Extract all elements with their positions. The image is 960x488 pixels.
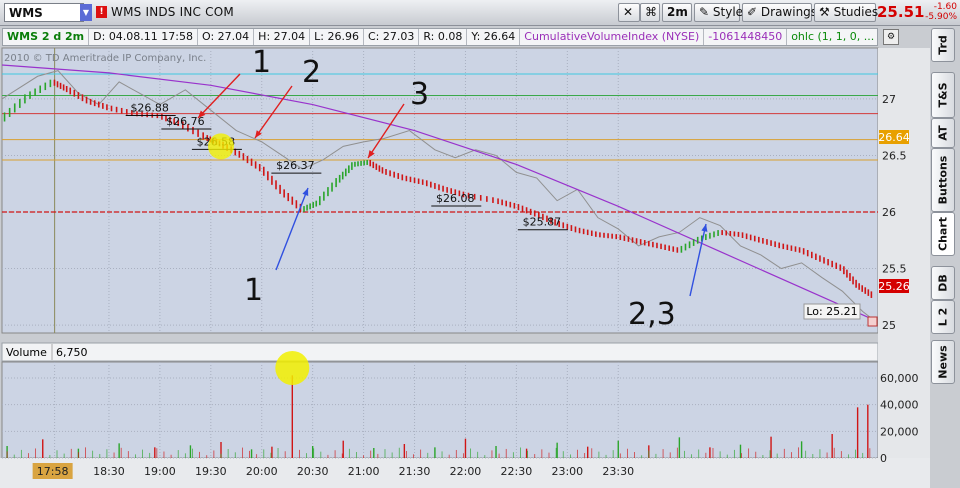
time-label: 21:30 bbox=[399, 465, 431, 478]
level-label: $26.88 bbox=[130, 101, 169, 114]
tab-db[interactable]: DB bbox=[931, 266, 955, 300]
current-price-badge-text: 25.26 bbox=[878, 280, 910, 293]
tab-buttons-label: Buttons bbox=[936, 155, 950, 205]
volume-tick-label: 20,000 bbox=[880, 425, 919, 438]
level-label: $26.08 bbox=[436, 192, 475, 205]
tab-trd-label: Trd bbox=[936, 35, 950, 55]
volume-header bbox=[1, 342, 879, 362]
tab-l2[interactable]: L 2 bbox=[931, 300, 955, 334]
tab-ts[interactable]: T&S bbox=[931, 72, 955, 118]
time-label: 21:00 bbox=[348, 465, 380, 478]
price-tick-label: 25.5 bbox=[882, 263, 907, 276]
side-tabs: Trd T&S AT Buttons Chart DB L 2 News bbox=[931, 28, 957, 488]
price-tick-label: 27 bbox=[882, 93, 896, 106]
price-tick-label: 25 bbox=[882, 319, 896, 332]
chart-area[interactable]: Volume 6,750 2010 © TD Ameritrade IP Com… bbox=[0, 0, 930, 488]
time-label: 19:00 bbox=[144, 465, 176, 478]
tab-news-label: News bbox=[936, 345, 950, 379]
tab-trd[interactable]: Trd bbox=[931, 28, 955, 62]
annotation-label: 2,3 bbox=[628, 297, 676, 332]
time-label: 20:00 bbox=[246, 465, 278, 478]
calendar-icon[interactable] bbox=[867, 316, 878, 327]
volume-tick-label: 0 bbox=[880, 452, 887, 465]
time-label: 23:30 bbox=[602, 465, 634, 478]
line-price-badge-text: 26.64 bbox=[878, 131, 910, 144]
low-box-text: Lo: 25.21 bbox=[806, 305, 857, 318]
volume-tick-label: 40,000 bbox=[880, 399, 919, 412]
annotation-label: 2 bbox=[302, 55, 321, 90]
copyright-text: 2010 © TD Ameritrade IP Company, Inc. bbox=[4, 53, 206, 64]
volume-tick-label: 60,000 bbox=[880, 372, 919, 385]
volume-label: Volume bbox=[6, 346, 47, 359]
time-label: 18:30 bbox=[93, 465, 125, 478]
highlight-circle bbox=[208, 133, 234, 160]
annotation-label: 3 bbox=[410, 77, 429, 112]
annotation-label: 1 bbox=[244, 273, 263, 308]
price-tick-label: 26.5 bbox=[882, 149, 907, 162]
tab-db-label: DB bbox=[936, 274, 950, 292]
volume-value: 6,750 bbox=[56, 346, 88, 359]
tab-buttons[interactable]: Buttons bbox=[931, 148, 955, 212]
level-label: $25.87 bbox=[523, 216, 562, 229]
price-tick-label: 26 bbox=[882, 206, 896, 219]
price-axis[interactable] bbox=[878, 48, 930, 458]
tab-chart-label: Chart bbox=[936, 216, 950, 252]
time-label: 19:30 bbox=[195, 465, 227, 478]
tab-at-label: AT bbox=[936, 125, 950, 141]
tab-chart[interactable]: Chart bbox=[931, 212, 955, 256]
tab-at[interactable]: AT bbox=[931, 118, 955, 148]
time-label: 23:00 bbox=[551, 465, 583, 478]
time-label: 20:30 bbox=[297, 465, 329, 478]
highlight-circle bbox=[275, 351, 310, 385]
tab-ts-label: T&S bbox=[936, 82, 950, 108]
level-label: $26.37 bbox=[276, 159, 315, 172]
price-panel[interactable] bbox=[1, 47, 879, 334]
tab-l2-label: L 2 bbox=[936, 307, 950, 327]
time-label: 22:30 bbox=[501, 465, 533, 478]
time-label: 17:58 bbox=[37, 465, 69, 478]
annotation-label: 1 bbox=[252, 45, 271, 80]
volume-panel[interactable] bbox=[1, 361, 879, 459]
time-label: 22:00 bbox=[450, 465, 482, 478]
tab-news[interactable]: News bbox=[931, 340, 955, 384]
